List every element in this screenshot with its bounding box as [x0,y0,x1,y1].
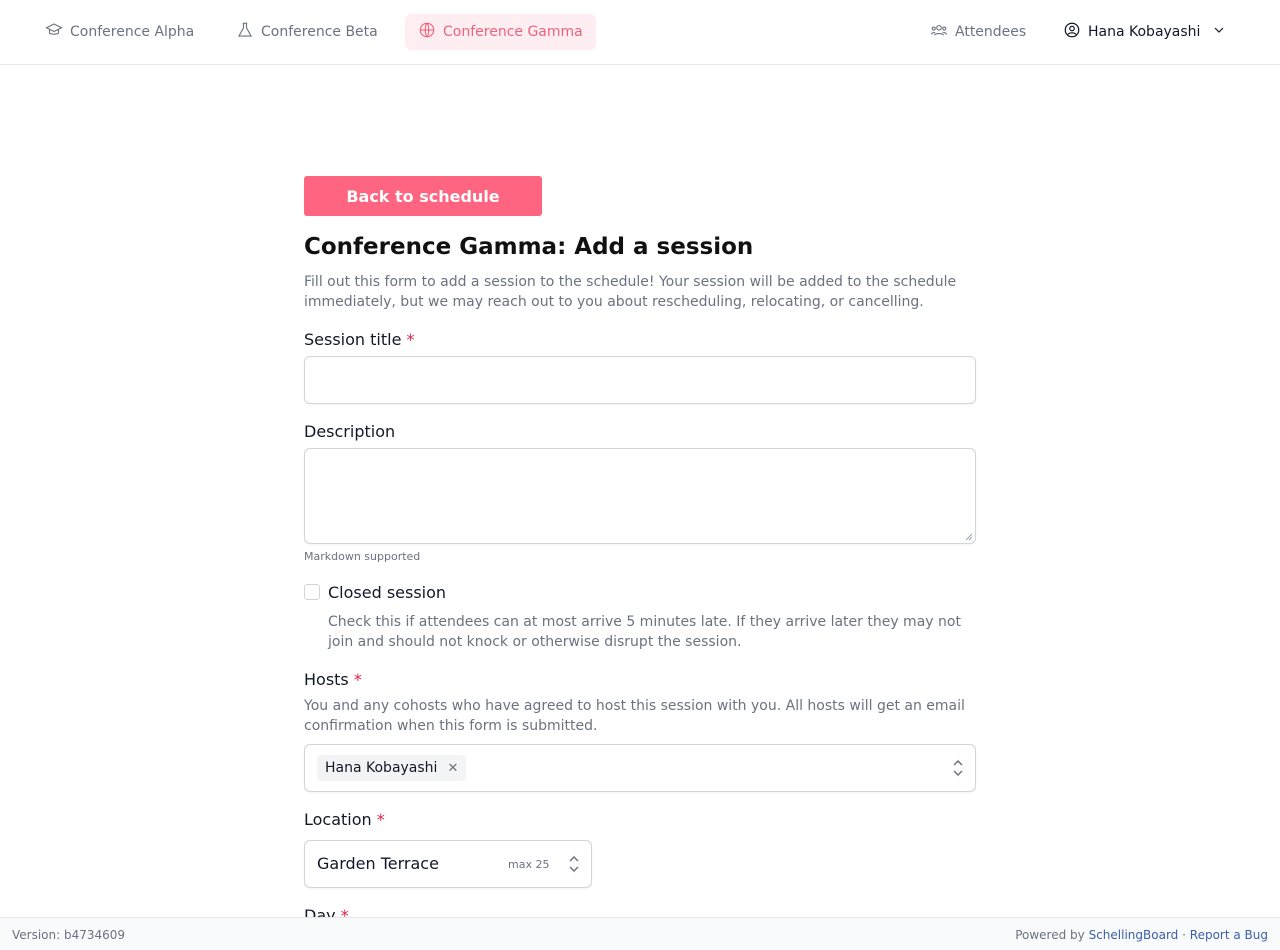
user-circle-icon [1063,21,1081,43]
chevron-up-down-icon [953,759,963,777]
description-label-text: Description [304,422,396,441]
nav-attendees-label: Attendees [955,24,1027,40]
nav-attendees[interactable]: Attendees [917,14,1039,50]
description-textarea[interactable] [304,448,976,544]
resize-handle-icon[interactable] [965,533,973,541]
hosts-label: Hosts * [304,670,362,689]
required-marker: * [406,330,415,349]
closed-session-checkbox[interactable] [304,584,320,600]
close-icon[interactable]: ✕ [447,761,458,776]
nav-conference-alpha[interactable]: Conference Alpha [32,14,207,50]
markdown-hint: Markdown supported [304,550,421,563]
hosts-label-text: Hosts [304,670,349,689]
location-label-text: Location [304,810,372,829]
hosts-select[interactable]: Hana Kobayashi ✕ [304,744,976,792]
location-capacity: max 25 [508,858,550,871]
nav-conference-beta[interactable]: Conference Beta [223,14,391,50]
required-marker: * [376,810,385,829]
location-value: Garden Terrace [317,854,439,873]
top-nav: Conference Alpha Conference Beta Confere… [0,0,1280,65]
graduation-cap-icon [45,21,63,43]
nav-conference-gamma-label: Conference Gamma [443,24,583,40]
page-title: Conference Gamma: Add a session [304,234,754,260]
intro-text: Fill out this form to add a session to t… [304,274,957,310]
nav-conference-alpha-label: Conference Alpha [70,24,195,40]
location-label: Location * [304,810,385,829]
location-select[interactable]: Garden Terrace max 25 [304,840,592,888]
flask-icon [236,21,254,43]
footer-separator: · [1182,928,1186,942]
session-title-label: Session title * [304,330,415,349]
nav-conference-gamma[interactable]: Conference Gamma [405,14,596,50]
closed-session-help: Check this if attendees can at most arri… [328,614,961,650]
nav-conference-beta-label: Conference Beta [261,24,378,40]
closed-session-label[interactable]: Closed session [328,583,446,602]
user-menu[interactable]: Hana Kobayashi [1050,14,1240,50]
globe-icon [418,21,436,43]
powered-by-text: Powered by [1015,928,1085,942]
users-icon [930,21,948,43]
report-bug-link[interactable]: Report a Bug [1190,928,1268,942]
chevron-down-icon [1211,22,1227,42]
session-title-label-text: Session title [304,330,402,349]
session-title-input[interactable] [304,356,976,404]
footer: Version: b4734609 Powered by SchellingBo… [0,917,1280,950]
required-marker: * [353,670,362,689]
schellingboard-link[interactable]: SchellingBoard [1089,928,1179,942]
version-text: Version: b4734609 [12,928,126,942]
host-chip-label: Hana Kobayashi [325,760,438,776]
chevron-up-down-icon [569,855,579,873]
back-to-schedule-button[interactable]: Back to schedule [304,176,542,216]
user-name: Hana Kobayashi [1088,24,1201,40]
footer-links: Powered by SchellingBoard · Report a Bug [1015,928,1268,942]
description-label: Description [304,422,395,441]
host-chip: Hana Kobayashi ✕ [317,755,467,781]
hosts-help: You and any cohosts who have agreed to h… [304,698,965,734]
